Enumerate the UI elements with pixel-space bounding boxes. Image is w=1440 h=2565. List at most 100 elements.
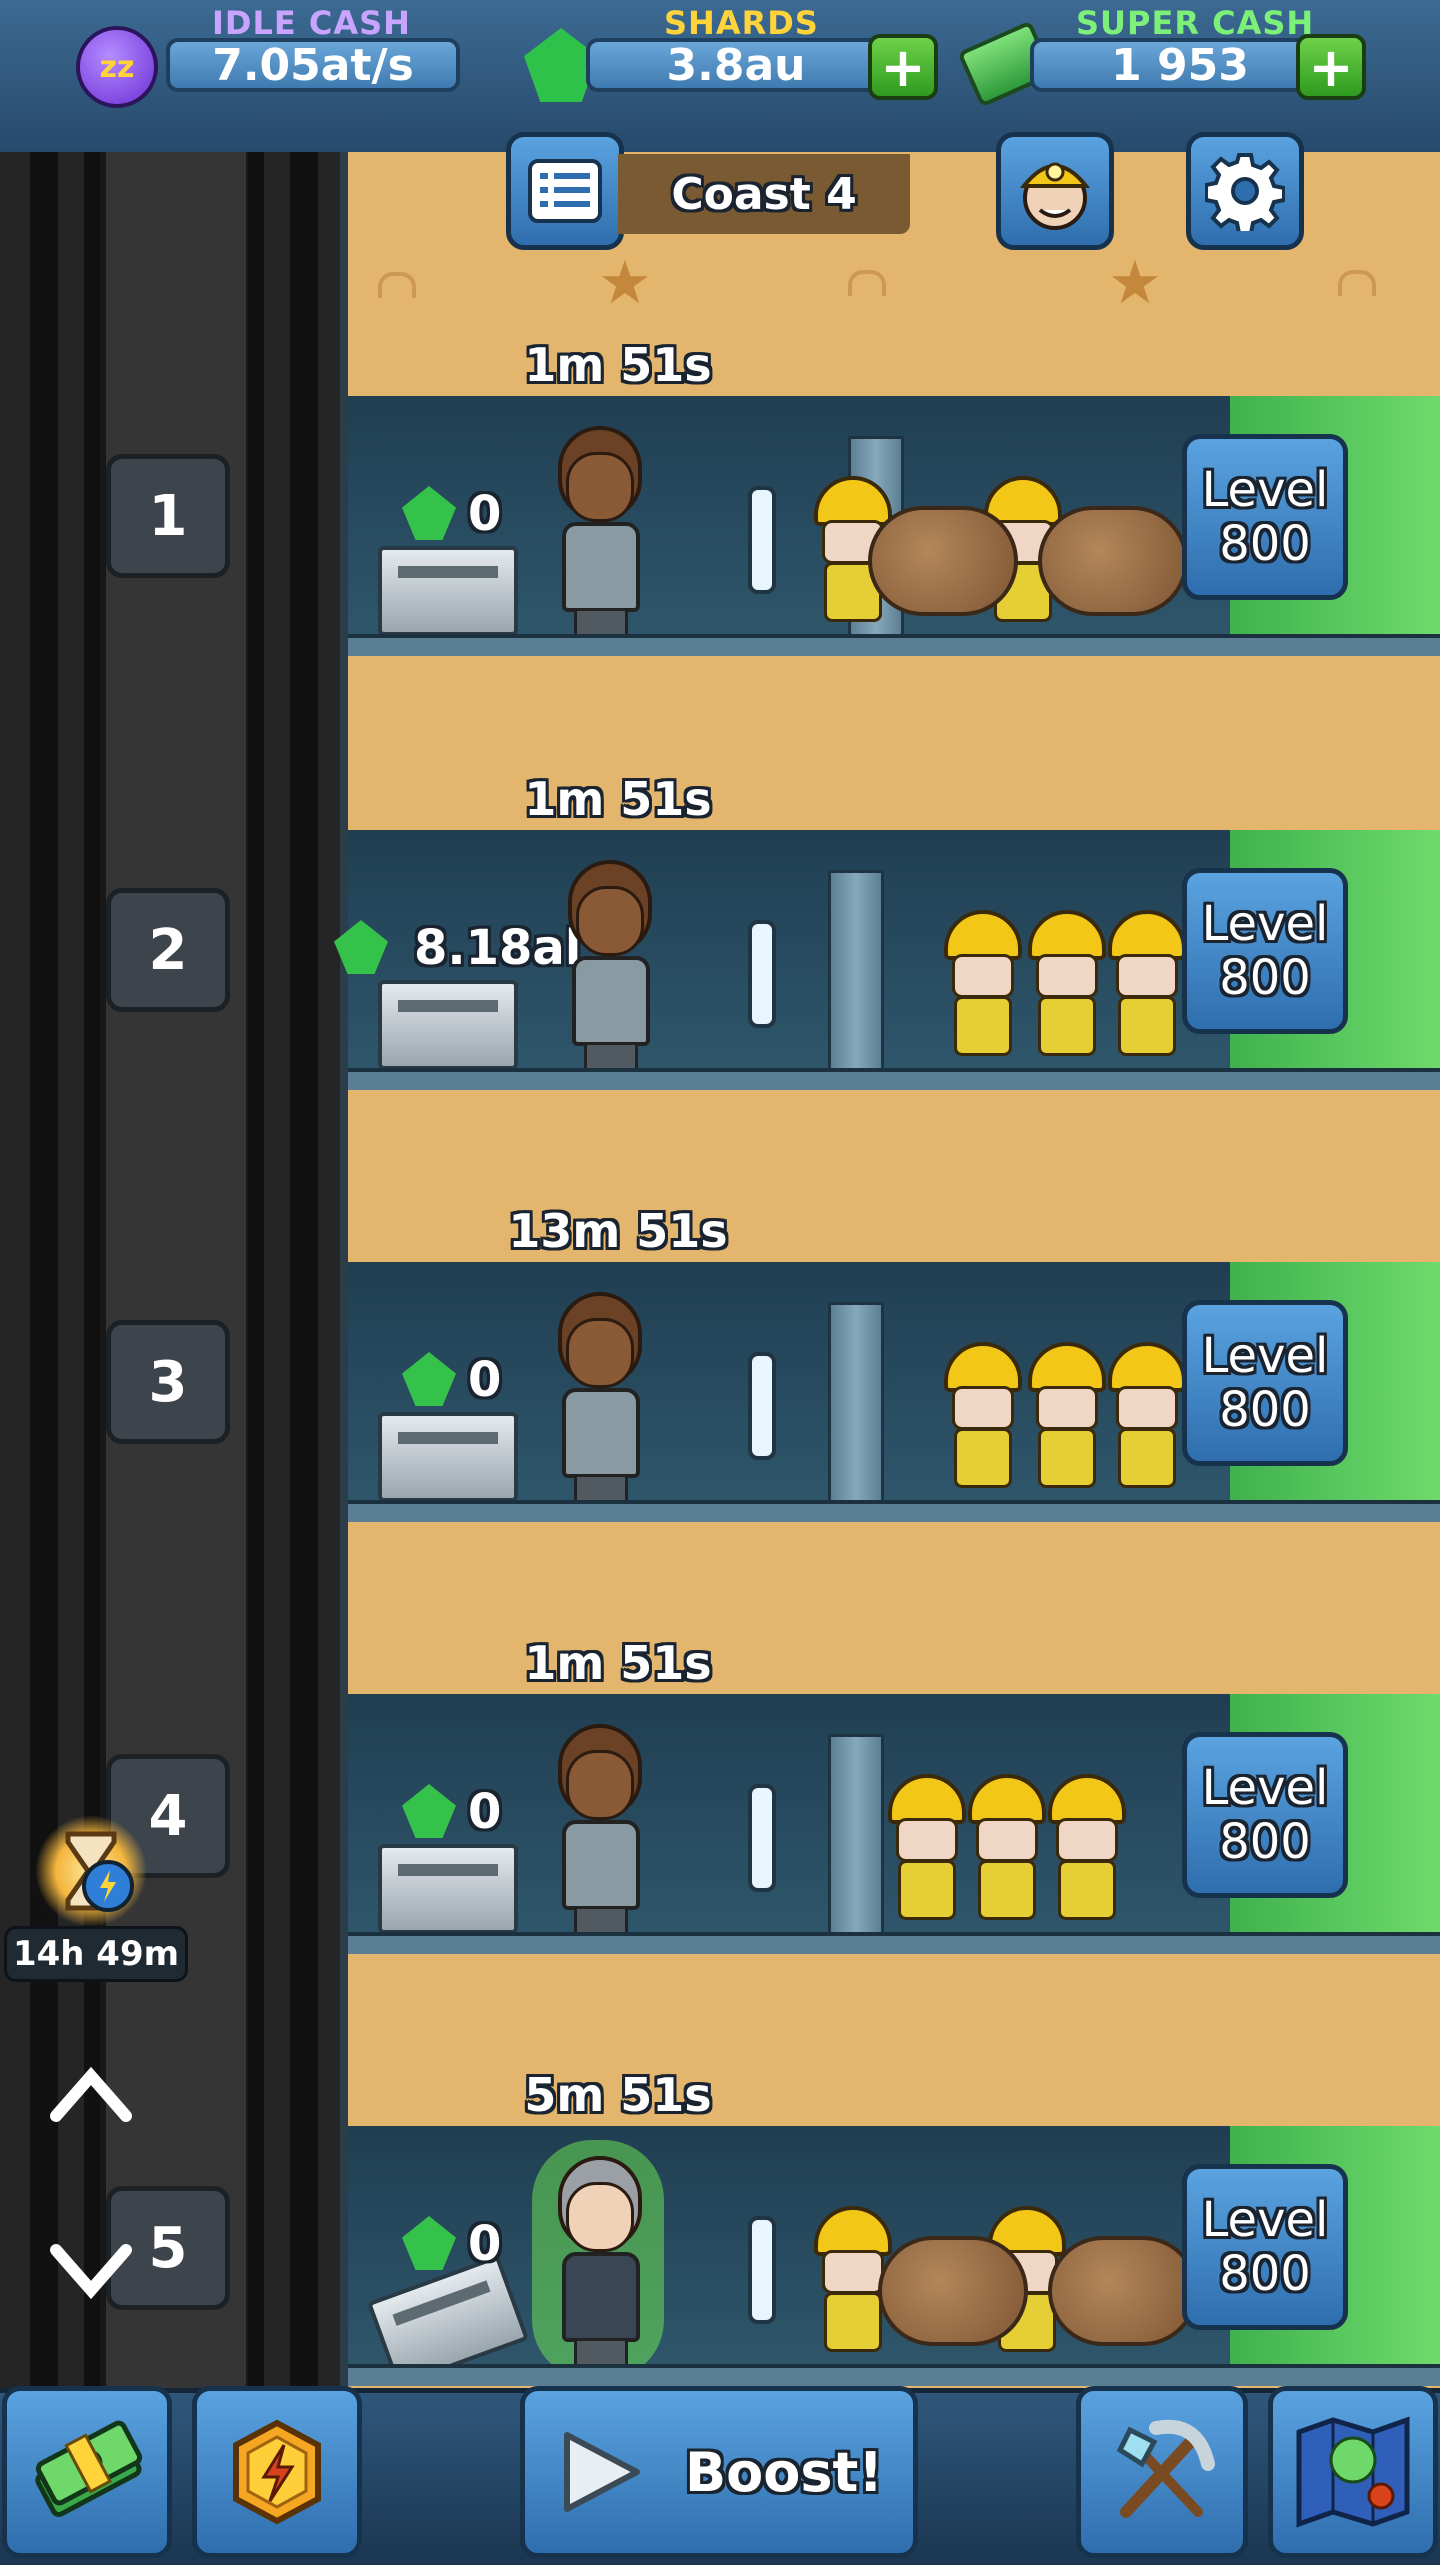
ore-sack bbox=[878, 2236, 1028, 2346]
shards-value[interactable]: 3.8au bbox=[586, 38, 886, 92]
level-label: Level bbox=[1201, 462, 1329, 518]
shaft-timer: 5m 51s bbox=[524, 2068, 712, 2122]
shaft-level-button[interactable]: Level 800 bbox=[1182, 2164, 1348, 2330]
shaft-level-button[interactable]: Level 800 bbox=[1182, 1732, 1348, 1898]
scroll-up-arrow-icon[interactable] bbox=[48, 2064, 134, 2124]
wall-light bbox=[748, 1784, 776, 1892]
miner-worker bbox=[888, 1774, 966, 1924]
lightning-coin-icon bbox=[233, 2419, 321, 2525]
wall-light bbox=[748, 1352, 776, 1460]
shell-decoration bbox=[1338, 270, 1376, 296]
idle-cash-value[interactable]: 7.05at/s bbox=[166, 38, 460, 92]
level-label: Level bbox=[1201, 2192, 1329, 2248]
manager-character[interactable] bbox=[548, 426, 648, 646]
manager-character[interactable] bbox=[548, 1292, 648, 1512]
floor-number-3[interactable]: 3 bbox=[106, 1320, 230, 1444]
level-label: Level bbox=[1201, 896, 1329, 952]
idle-cash-label: IDLE CASH bbox=[212, 4, 411, 42]
shaft-timer: 1m 51s bbox=[524, 338, 712, 392]
manager-character[interactable] bbox=[558, 860, 658, 1080]
miner-worker bbox=[1108, 910, 1186, 1060]
miner-worker bbox=[968, 1774, 1046, 1924]
shaft-crate[interactable] bbox=[378, 1412, 518, 1502]
shaft-stock: 0 bbox=[468, 1784, 502, 1840]
shaft-timer: 1m 51s bbox=[524, 772, 712, 826]
shards-label: SHARDS bbox=[664, 4, 819, 42]
play-icon bbox=[564, 2432, 641, 2512]
shaft-level-button[interactable]: Level 800 bbox=[1182, 434, 1348, 600]
idle-cash-icon: zz bbox=[76, 26, 158, 108]
super-cash-label: SUPER CASH bbox=[1076, 4, 1315, 42]
elevator-rail bbox=[248, 152, 264, 2388]
miner-worker bbox=[944, 1342, 1022, 1492]
elevator-rail bbox=[290, 152, 318, 2388]
manager-button[interactable] bbox=[996, 132, 1114, 250]
shaft-crate[interactable] bbox=[378, 546, 518, 636]
mine-shaft-2[interactable]: 8.18al Level 800 bbox=[334, 830, 1440, 1090]
miner-worker bbox=[1048, 1774, 1126, 1924]
wall-light bbox=[748, 486, 776, 594]
mine-shaft-4[interactable]: 0 Level 800 bbox=[348, 1694, 1440, 1954]
manager-character[interactable] bbox=[548, 1724, 648, 1944]
shaft-stock: 0 bbox=[468, 2216, 502, 2272]
mine-shaft-3[interactable]: 0 Level 800 bbox=[348, 1262, 1440, 1522]
miner-worker bbox=[1028, 1342, 1106, 1492]
wall-light bbox=[748, 920, 776, 1028]
scroll-down-arrow-icon[interactable] bbox=[48, 2242, 134, 2302]
pickaxe-shovel-icon bbox=[1116, 2419, 1215, 2518]
hourglass-boost-icon[interactable] bbox=[36, 1816, 146, 1926]
manager-character[interactable] bbox=[548, 2156, 648, 2376]
elevator-rail bbox=[84, 152, 100, 2388]
mine-upgrades-button[interactable] bbox=[1076, 2386, 1248, 2558]
shaft-stock: 8.18al bbox=[414, 920, 582, 976]
level-value: 800 bbox=[1219, 516, 1311, 572]
shaft-crate[interactable] bbox=[378, 980, 518, 1070]
starfish-decoration: ★ bbox=[1108, 248, 1162, 318]
ore-sack bbox=[1038, 506, 1188, 616]
shaft-stock: 0 bbox=[468, 486, 502, 542]
boost-button[interactable]: Boost! bbox=[520, 2386, 918, 2558]
list-icon bbox=[528, 159, 602, 223]
shaft-crate[interactable] bbox=[378, 1844, 518, 1934]
settings-button[interactable] bbox=[1186, 132, 1304, 250]
floor-number-2[interactable]: 2 bbox=[106, 888, 230, 1012]
mine-name-label[interactable]: Coast 4 bbox=[618, 154, 910, 234]
add-super-cash-button[interactable]: + bbox=[1296, 34, 1366, 100]
mine-shaft-1[interactable]: 0 Level 800 bbox=[348, 396, 1440, 656]
level-value: 800 bbox=[1219, 1382, 1311, 1438]
shaft-level-button[interactable]: Level 800 bbox=[1182, 1300, 1348, 1466]
plus-icon: + bbox=[1308, 35, 1354, 99]
miner-worker bbox=[1028, 910, 1106, 1060]
shell-decoration bbox=[378, 272, 416, 298]
manager-portrait-icon bbox=[1019, 162, 1091, 230]
add-shards-button[interactable]: + bbox=[868, 34, 938, 100]
plus-icon: + bbox=[880, 35, 926, 99]
level-value: 800 bbox=[1219, 950, 1311, 1006]
level-value: 800 bbox=[1219, 1814, 1311, 1870]
shaft-level-button[interactable]: Level 800 bbox=[1182, 868, 1348, 1034]
world-map-button[interactable] bbox=[1268, 2386, 1438, 2558]
elevator-rail bbox=[30, 152, 58, 2388]
boost-label: Boost! bbox=[685, 2440, 883, 2504]
shaft-timer: 13m 51s bbox=[508, 1204, 728, 1258]
boost-coin-button[interactable] bbox=[192, 2386, 362, 2558]
shaft-timer: 1m 51s bbox=[524, 1636, 712, 1690]
gear-icon bbox=[1205, 153, 1285, 231]
shop-cash-button[interactable] bbox=[2, 2386, 172, 2558]
boost-timer-label: 14h 49m bbox=[4, 1926, 188, 1982]
starfish-decoration: ★ bbox=[598, 248, 652, 318]
level-label: Level bbox=[1201, 1328, 1329, 1384]
wall-light bbox=[748, 2216, 776, 2324]
miner-worker bbox=[944, 910, 1022, 1060]
level-value: 800 bbox=[1219, 2246, 1311, 2302]
ore-sack bbox=[1048, 2236, 1198, 2346]
mine-area: ★ ★ 1m 51s 0 Level 800 1m 51s 8.18al Lev… bbox=[334, 152, 1440, 2388]
super-cash-value[interactable]: 1 953 bbox=[1030, 38, 1330, 92]
map-icon bbox=[1296, 2416, 1410, 2528]
miner-worker bbox=[1108, 1342, 1186, 1492]
floor-number-1[interactable]: 1 bbox=[106, 454, 230, 578]
cash-stack-icon bbox=[35, 2420, 143, 2517]
ore-sack bbox=[868, 506, 1018, 616]
mine-shaft-5[interactable]: 0 Level 800 bbox=[348, 2126, 1440, 2388]
menu-button[interactable] bbox=[506, 132, 624, 250]
